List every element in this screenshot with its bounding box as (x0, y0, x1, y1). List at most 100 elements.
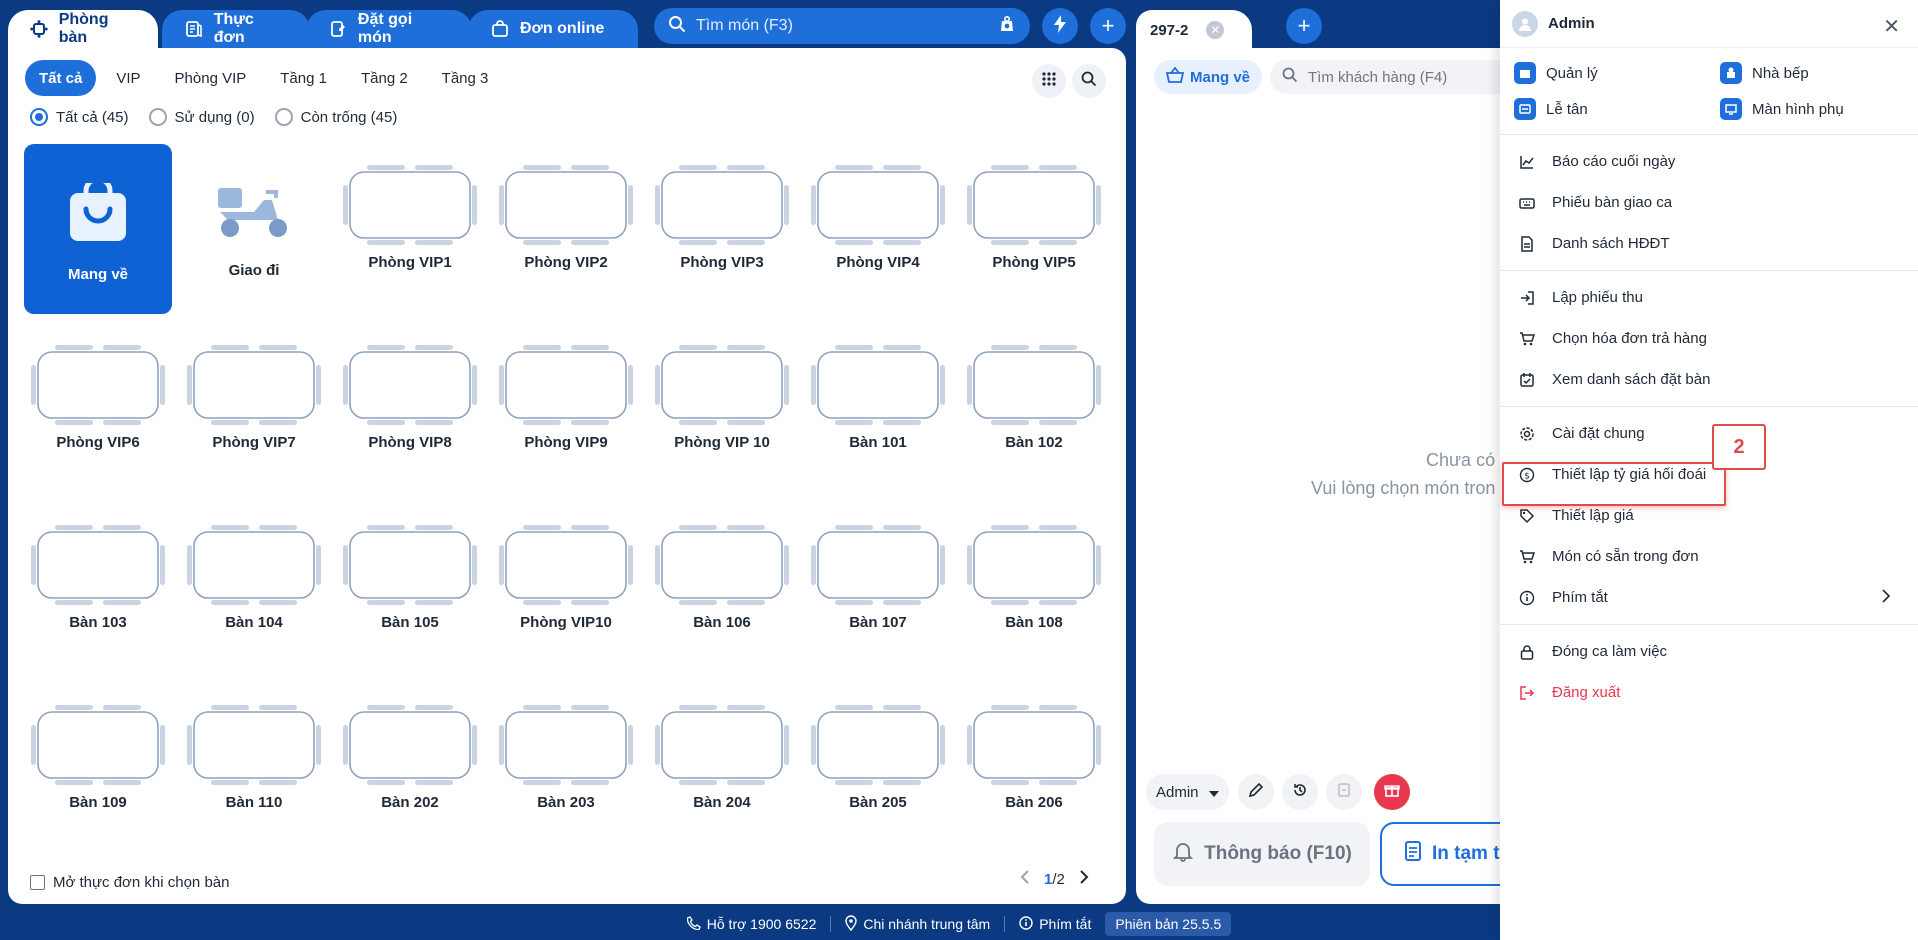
table-card[interactable]: Phòng VIP3 (648, 144, 796, 314)
menu-create-receipt[interactable]: Lập phiếu thu (1500, 277, 1918, 318)
status-free[interactable]: Còn trống (45) (274, 108, 397, 126)
table-card[interactable]: Bàn 109 (24, 684, 172, 854)
quick-kitchen[interactable]: Nhà bếp (1720, 62, 1918, 84)
table-card[interactable]: Bàn 106 (648, 504, 796, 674)
quick-second-screen[interactable]: Màn hình phụ (1720, 98, 1918, 120)
table-card[interactable]: Phòng VIP1 (336, 144, 484, 314)
branch-indicator[interactable]: Chi nhánh trung tâm (845, 914, 990, 934)
menu-general-settings[interactable]: Cài đặt chung (1500, 413, 1918, 454)
table-card[interactable]: Bàn 107 (804, 504, 952, 674)
checkbox[interactable] (30, 875, 45, 890)
menu-close-shift[interactable]: Đóng ca làm việc (1500, 631, 1918, 672)
filter-floor-1[interactable]: Tầng 1 (266, 60, 341, 96)
prev-page-icon[interactable] (1020, 870, 1030, 888)
tab-tables[interactable]: Phòng bàn (8, 10, 158, 48)
filter-floor-2[interactable]: Tầng 2 (347, 60, 422, 96)
menu-reservation-list[interactable]: Xem danh sách đặt bàn (1500, 359, 1918, 400)
gift-button[interactable] (1374, 774, 1410, 810)
order-mode-button[interactable]: Mang về (1154, 60, 1263, 94)
table-card[interactable]: Phòng VIP7 (180, 324, 328, 494)
close-tab-icon[interactable]: ✕ (1206, 21, 1225, 39)
quick-reception[interactable]: Lễ tân (1514, 98, 1720, 120)
table-label: Phòng VIP6 (56, 434, 140, 451)
table-card[interactable]: Bàn 202 (336, 684, 484, 854)
table-card[interactable]: Phòng VIP8 (336, 324, 484, 494)
table-card[interactable]: Bàn 204 (648, 684, 796, 854)
close-icon[interactable]: ✕ (1883, 14, 1900, 39)
avatar (1512, 10, 1538, 37)
menu-logout[interactable]: Đăng xuất (1500, 672, 1918, 713)
table-card[interactable]: Phòng VIP 10 (648, 324, 796, 494)
table-card[interactable]: Bàn 206 (960, 684, 1108, 854)
manage-icon (1514, 62, 1536, 84)
table-card[interactable]: Bàn 105 (336, 504, 484, 674)
add-order-button[interactable]: + (1286, 8, 1322, 44)
menu-shift-handover[interactable]: Phiếu bàn giao ca (1500, 182, 1918, 223)
print-temp-button[interactable]: In tạm tí (1380, 822, 1516, 886)
step-highlight-box (1502, 462, 1726, 506)
table-search-button[interactable] (1072, 64, 1106, 98)
quick-action-button[interactable] (1042, 8, 1078, 44)
radio-selected (30, 108, 48, 126)
table-card[interactable]: Bàn 205 (804, 684, 952, 854)
customer-search-input[interactable] (1308, 68, 1508, 86)
status-in-use[interactable]: Sử dụng (0) (148, 108, 255, 126)
grid-view-button[interactable] (1032, 64, 1066, 98)
menu-shortcuts[interactable]: Phím tắt (1500, 577, 1918, 618)
table-card[interactable]: Bàn 102 (960, 324, 1108, 494)
table-card[interactable]: Bàn 101 (804, 324, 952, 494)
notify-kitchen-button[interactable]: Thông báo (F10) (1154, 822, 1370, 886)
status-all[interactable]: Tất cả (45) (30, 108, 129, 126)
dish-search-input[interactable] (696, 17, 988, 35)
table-label: Phòng VIP5 (992, 254, 1076, 271)
filter-vip-room[interactable]: Phòng VIP (161, 60, 261, 96)
table-card[interactable]: Phòng VIP2 (492, 144, 640, 314)
table-shape-icon (809, 705, 947, 785)
staff-select[interactable]: Admin (1146, 774, 1229, 810)
quick-manage[interactable]: Quản lý (1514, 62, 1720, 84)
table-card[interactable]: Bàn 103 (24, 504, 172, 674)
next-page-icon[interactable] (1079, 870, 1089, 888)
table-card[interactable]: Phòng VIP4 (804, 144, 952, 314)
table-card[interactable]: Phòng VIP6 (24, 324, 172, 494)
dish-search[interactable] (654, 8, 1030, 44)
takeaway-card[interactable]: Mang về (24, 144, 172, 314)
table-card[interactable]: Bàn 104 (180, 504, 328, 674)
quick-links: Quản lý Nhà bếp Lễ tân Màn hình phụ (1500, 48, 1918, 135)
support-hotline[interactable]: Hỗ trợ 1900 6522 (686, 915, 816, 933)
order-tab[interactable]: 297-2 ✕ (1136, 10, 1252, 50)
open-menu-option[interactable]: Mở thực đơn khi chọn bàn (30, 874, 229, 891)
tab-place-order[interactable]: Đặt gọi món (306, 10, 472, 48)
history-button[interactable] (1282, 774, 1318, 810)
divider (1004, 916, 1006, 932)
shortcuts-link[interactable]: Phím tắt (1019, 915, 1091, 933)
table-label: Phòng VIP9 (524, 434, 608, 451)
filter-all[interactable]: Tất cả (25, 60, 97, 96)
table-label: Bàn 104 (225, 614, 283, 631)
edit-button[interactable] (1238, 774, 1274, 810)
table-grid: Mang về Giao đi Phòng VIP1 Phòng VIP2 Phòng … (24, 144, 1108, 854)
tab-label: Thực đơn (213, 11, 254, 46)
weight-scale-icon[interactable] (998, 15, 1016, 38)
table-card[interactable]: Bàn 110 (180, 684, 328, 854)
delivery-card[interactable]: Giao đi (180, 144, 328, 314)
table-shape-icon (185, 525, 323, 605)
table-label: Phòng VIP3 (680, 254, 764, 271)
table-card[interactable]: Bàn 203 (492, 684, 640, 854)
filter-vip[interactable]: VIP (102, 60, 154, 96)
table-card[interactable]: Phòng VIP9 (492, 324, 640, 494)
customer-search[interactable] (1270, 60, 1516, 94)
tab-menu[interactable]: Thực đơn (162, 10, 310, 48)
tab-online-orders[interactable]: Đơn online (468, 10, 638, 48)
filter-floor-3[interactable]: Tầng 3 (428, 60, 503, 96)
table-card[interactable]: Phòng VIP5 (960, 144, 1108, 314)
menu-end-of-day-report[interactable]: Báo cáo cuối ngày (1500, 141, 1918, 182)
split-button[interactable] (1326, 774, 1362, 810)
menu-available-items[interactable]: Món có sẵn trong đơn (1500, 536, 1918, 577)
menu-return-invoice[interactable]: Chọn hóa đơn trả hàng (1500, 318, 1918, 359)
menu-e-invoice-list[interactable]: Danh sách HĐĐT (1500, 223, 1918, 264)
table-card[interactable]: Phòng VIP10 (492, 504, 640, 674)
version-label: Phiên bản 25.5.5 (1105, 912, 1232, 936)
table-card[interactable]: Bàn 108 (960, 504, 1108, 674)
add-button[interactable]: + (1090, 8, 1126, 44)
